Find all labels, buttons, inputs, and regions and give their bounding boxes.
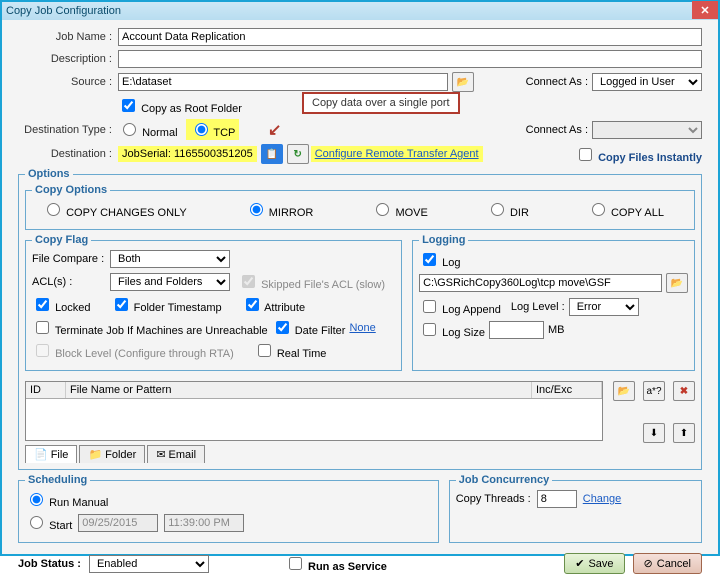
- hint-arrow-icon: ↙: [268, 120, 281, 140]
- filters-table: ID File Name or Pattern Inc/Exc: [25, 381, 603, 441]
- concurrency-legend: Job Concurrency: [456, 474, 552, 486]
- copy-changes-radio[interactable]: COPY CHANGES ONLY: [42, 200, 187, 219]
- file-compare-select[interactable]: Both: [110, 250, 230, 268]
- copy-flag-legend: Copy Flag: [32, 234, 91, 246]
- tab-file[interactable]: 📄File: [25, 445, 77, 463]
- date-filter-none-link[interactable]: None: [349, 322, 375, 334]
- tab-email[interactable]: ✉Email: [147, 445, 205, 463]
- run-as-service-checkbox[interactable]: Run as Service: [285, 554, 387, 573]
- options-group: Options Copy Options COPY CHANGES ONLY M…: [18, 168, 702, 470]
- dialog-window: Copy Job Configuration ✕ Job Name : Desc…: [0, 0, 720, 556]
- concurrency-group: Job Concurrency Copy Threads : Change: [449, 474, 702, 543]
- logging-legend: Logging: [419, 234, 468, 246]
- email-icon: ✉: [156, 448, 165, 461]
- block-level-checkbox: Block Level (Configure through RTA): [32, 341, 234, 360]
- job-name-input[interactable]: [118, 28, 702, 46]
- source-input[interactable]: [118, 73, 448, 91]
- window-title: Copy Job Configuration: [6, 5, 692, 17]
- attribute-checkbox[interactable]: Attribute: [242, 295, 305, 314]
- refresh-button[interactable]: ↻: [287, 144, 309, 164]
- cancel-button[interactable]: ⊘Cancel: [633, 553, 702, 574]
- connect-as-2-select[interactable]: [592, 121, 702, 139]
- dest-type-label: Destination Type :: [18, 124, 118, 136]
- copy-threads-input[interactable]: [537, 490, 577, 508]
- description-label: Description :: [18, 53, 118, 65]
- configure-rta-link[interactable]: Configure Remote Transfer Agent: [315, 148, 479, 160]
- add-filter-button[interactable]: 📂: [613, 381, 635, 401]
- log-level-label: Log Level :: [511, 301, 565, 313]
- mb-label: MB: [548, 324, 565, 336]
- skipped-acl-checkbox[interactable]: Skipped File's ACL (slow): [238, 272, 385, 291]
- configure-rta-link-wrap: Configure Remote Transfer Agent: [311, 146, 483, 162]
- col-file: File Name or Pattern: [66, 382, 532, 398]
- run-manual-radio[interactable]: Run Manual: [25, 490, 108, 509]
- options-legend: Options: [25, 168, 73, 180]
- log-size-checkbox[interactable]: Log Size: [419, 320, 485, 339]
- job-status-label: Job Status :: [18, 558, 81, 570]
- job-name-label: Job Name :: [18, 31, 118, 43]
- copy-all-radio[interactable]: COPY ALL: [587, 200, 664, 219]
- col-id: ID: [26, 382, 66, 398]
- terminate-checkbox[interactable]: Terminate Job If Machines are Unreachabl…: [32, 318, 268, 337]
- destination-label: Destination :: [18, 148, 118, 160]
- source-label: Source :: [18, 76, 118, 88]
- copy-options-group: Copy Options COPY CHANGES ONLY MIRROR MO…: [25, 184, 695, 230]
- description-input[interactable]: [118, 50, 702, 68]
- scheduling-legend: Scheduling: [25, 474, 90, 486]
- copy-flag-group: Copy Flag File Compare : Both ACL(s) : F…: [25, 234, 402, 371]
- save-button[interactable]: ✔Save: [564, 553, 624, 574]
- date-filter-checkbox[interactable]: Date Filter: [272, 318, 346, 337]
- log-checkbox[interactable]: Log: [419, 250, 460, 269]
- copy-files-instantly-checkbox[interactable]: Copy Files Instantly: [575, 145, 702, 164]
- save-icon: ✔: [575, 557, 584, 570]
- job-status-select[interactable]: Enabled: [89, 555, 209, 573]
- change-threads-link[interactable]: Change: [583, 493, 622, 505]
- connect-as-1-select[interactable]: Logged in User: [592, 73, 702, 91]
- scheduling-group: Scheduling Run Manual Start: [18, 474, 439, 543]
- sched-time-input[interactable]: [164, 514, 244, 532]
- move-radio[interactable]: MOVE: [371, 200, 427, 219]
- file-compare-label: File Compare :: [32, 253, 110, 265]
- sched-date-input[interactable]: [78, 514, 158, 532]
- log-path-input[interactable]: [419, 274, 662, 292]
- dest-type-tcp-radio[interactable]: TCP: [186, 119, 240, 140]
- wildcard-filter-button[interactable]: a*?: [643, 381, 665, 401]
- copy-threads-label: Copy Threads :: [456, 493, 531, 505]
- browse-log-button[interactable]: 📂: [666, 273, 688, 293]
- copy-as-root-checkbox[interactable]: Copy as Root Folder: [118, 96, 242, 115]
- close-button[interactable]: ✕: [692, 1, 718, 19]
- dest-type-normal-radio[interactable]: Normal: [118, 120, 178, 139]
- cancel-icon: ⊘: [644, 557, 653, 570]
- copy-options-legend: Copy Options: [32, 184, 110, 196]
- connect-as-1-label: Connect As :: [526, 76, 588, 88]
- job-serial-display: JobSerial: 1165500351205: [118, 146, 257, 162]
- log-size-input[interactable]: [489, 321, 544, 339]
- copy-serial-button[interactable]: 📋: [261, 144, 283, 164]
- acls-label: ACL(s) :: [32, 276, 110, 288]
- connect-as-2-label: Connect As :: [526, 124, 588, 136]
- log-append-checkbox[interactable]: Log Append: [419, 297, 501, 316]
- filter-buttons-column: 📂 a*? ✖ ⬇ ⬆: [609, 381, 695, 463]
- real-time-checkbox[interactable]: Real Time: [254, 341, 327, 360]
- locked-checkbox[interactable]: Locked: [32, 295, 91, 314]
- hint-callout: Copy data over a single port: [302, 92, 460, 114]
- acls-select[interactable]: Files and Folders: [110, 273, 230, 291]
- export-button[interactable]: ⬆: [673, 423, 695, 443]
- delete-filter-button[interactable]: ✖: [673, 381, 695, 401]
- col-incexc: Inc/Exc: [532, 382, 602, 398]
- tab-folder[interactable]: 📁Folder: [79, 445, 145, 463]
- folder-icon: 📁: [88, 448, 102, 461]
- title-bar: Copy Job Configuration ✕: [2, 2, 718, 20]
- import-button[interactable]: ⬇: [643, 423, 665, 443]
- start-radio[interactable]: Start: [25, 513, 72, 532]
- mirror-radio[interactable]: MIRROR: [245, 200, 314, 219]
- file-icon: 📄: [34, 448, 48, 461]
- browse-source-button[interactable]: 📂: [452, 72, 474, 92]
- logging-group: Logging Log 📂 Log Append Log Level : Err…: [412, 234, 695, 371]
- log-level-select[interactable]: Error: [569, 298, 639, 316]
- folder-ts-checkbox[interactable]: Folder Timestamp: [111, 295, 222, 314]
- dir-radio[interactable]: DIR: [486, 200, 529, 219]
